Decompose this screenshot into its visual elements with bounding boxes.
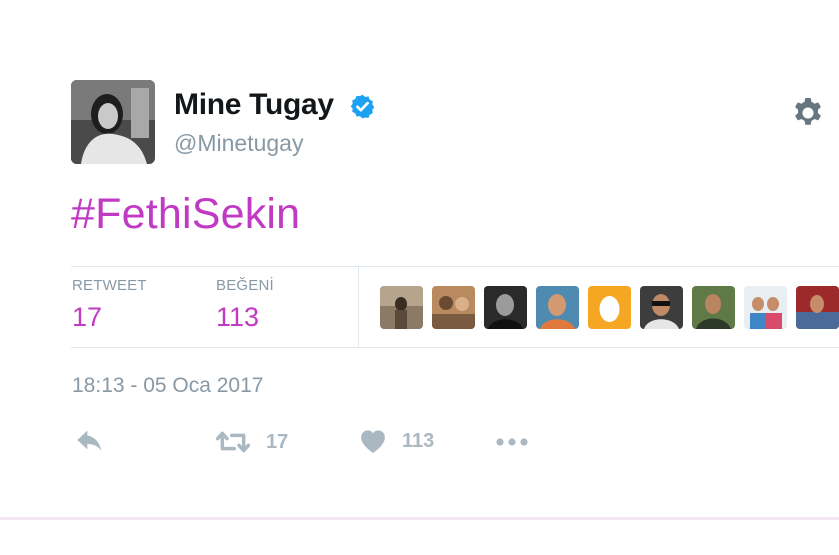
like-button[interactable]: 113 [358, 426, 434, 456]
more-button[interactable] [494, 426, 530, 458]
retweet-icon [215, 431, 251, 453]
like-stat[interactable]: BEĞENİ 113 [216, 277, 274, 333]
liker-avatar[interactable] [692, 286, 735, 329]
username[interactable]: @Minetugay [174, 130, 303, 157]
avatar-image [71, 80, 155, 164]
verified-badge-icon [350, 94, 375, 119]
reply-icon [77, 430, 102, 451]
likers-avatars [380, 286, 839, 329]
retweet-stat-count: 17 [72, 302, 103, 332]
liker-avatar[interactable] [796, 286, 839, 329]
tweet-text[interactable]: #FethiSekin [71, 190, 300, 239]
liker-avatar[interactable] [640, 286, 683, 329]
divider-stats [358, 266, 359, 348]
like-stat-label: BEĞENİ [216, 277, 274, 294]
liker-avatar[interactable] [536, 286, 579, 329]
more-icon [496, 438, 528, 446]
tweet-timestamp[interactable]: 18:13 - 05 Oca 2017 [72, 374, 263, 398]
gear-icon[interactable] [790, 95, 826, 131]
liker-avatar[interactable] [432, 286, 475, 329]
tweet-actions: 17 113 [0, 426, 839, 462]
profile-avatar[interactable] [71, 80, 155, 164]
reply-button[interactable] [74, 426, 106, 458]
liker-avatar[interactable] [380, 286, 423, 329]
divider-top [71, 266, 839, 267]
like-stat-count: 113 [216, 302, 260, 332]
liker-avatar[interactable] [744, 286, 787, 329]
heart-icon [361, 430, 385, 453]
divider-bottom [71, 347, 839, 348]
display-name[interactable]: Mine Tugay [174, 88, 334, 122]
like-action-count: 113 [402, 429, 435, 452]
retweet-stat-label: RETWEET [72, 277, 147, 294]
liker-avatar[interactable] [484, 286, 527, 329]
retweet-button[interactable]: 17 [214, 426, 288, 458]
egg-avatar-icon[interactable] [588, 286, 631, 329]
retweet-stat[interactable]: RETWEET 17 [72, 277, 147, 333]
footer-divider [0, 517, 839, 520]
retweet-action-count: 17 [266, 430, 289, 453]
